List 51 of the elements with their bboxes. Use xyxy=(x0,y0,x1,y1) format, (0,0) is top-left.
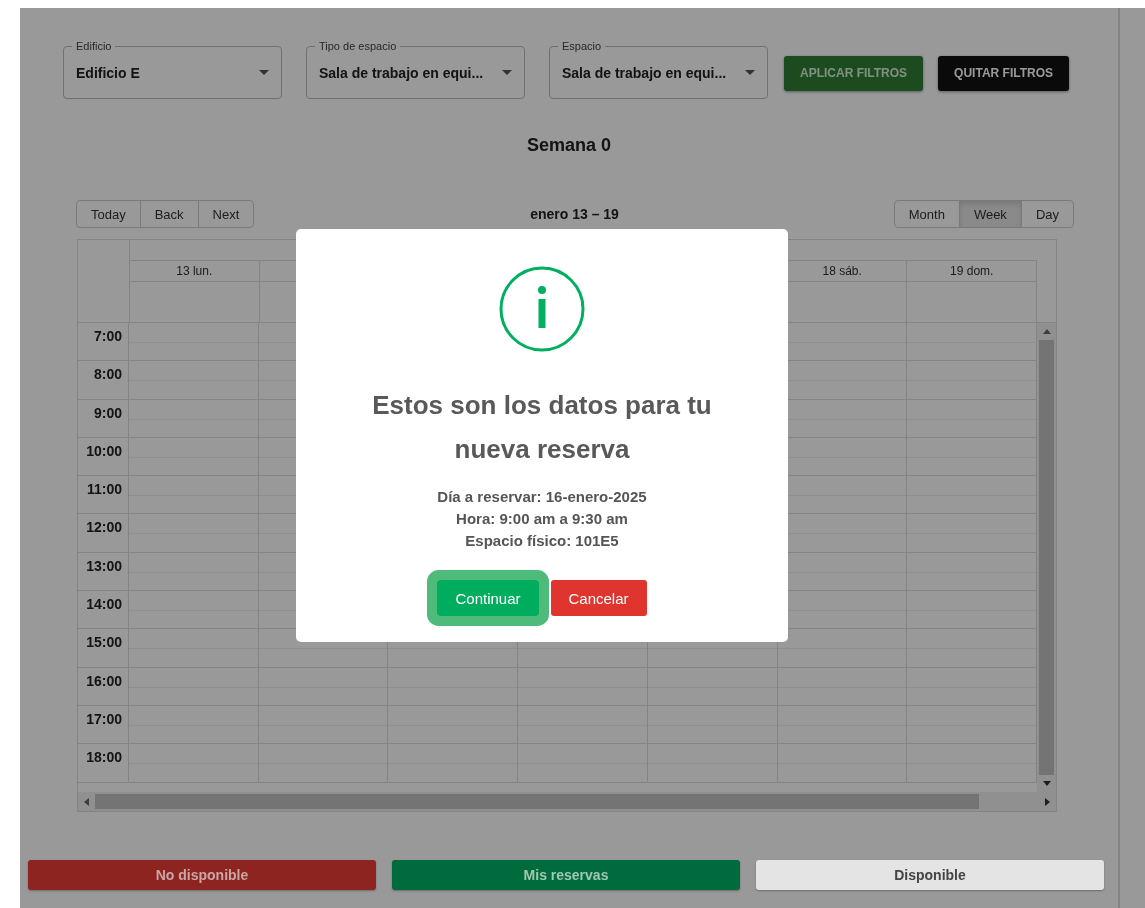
select-field[interactable]: Edificio Edificio E xyxy=(63,39,282,99)
horizontal-scrollbar[interactable] xyxy=(78,792,1056,811)
day-header: 19 dom. xyxy=(950,264,994,278)
time-label: 9:00 xyxy=(93,404,122,421)
dialog-title: Estos son los datos para tu nueva reserva xyxy=(371,389,713,466)
filter-button[interactable]: QUITAR FILTROS xyxy=(938,55,1069,91)
field-value: Edificio E xyxy=(76,64,141,81)
field-label: Tipo de espacio xyxy=(318,39,398,53)
caret-icon xyxy=(259,70,269,75)
select-field[interactable]: Tipo de espacio Sala de trabajo en equi... xyxy=(306,39,525,99)
field-label: Espacio xyxy=(561,39,603,53)
scroll-up-arrow-icon[interactable] xyxy=(1042,329,1051,334)
time-label: 16:00 xyxy=(86,672,122,689)
vertical-scrollbar[interactable] xyxy=(1037,323,1056,792)
date-range: enero 13 – 19 xyxy=(530,206,619,222)
time-label: 10:00 xyxy=(86,442,122,459)
time-label: 14:00 xyxy=(86,596,122,613)
time-label: 11:00 xyxy=(86,481,122,498)
detail-text: Hora: 9:00 am a 9:30 am xyxy=(455,509,629,529)
info-icon xyxy=(499,266,585,352)
day-header: 13 lun. xyxy=(176,264,213,278)
scroll-right-arrow-icon[interactable] xyxy=(1045,797,1050,806)
detail-text: Día a reservar: 16-enero-2025 xyxy=(437,487,647,507)
nav-button[interactable]: Today xyxy=(76,200,141,228)
time-label: 13:00 xyxy=(86,557,122,574)
time-label: 12:00 xyxy=(86,519,122,536)
dialog-button[interactable]: Cancelar xyxy=(550,580,647,616)
view-tab[interactable]: Day xyxy=(1020,200,1074,228)
time-label: 7:00 xyxy=(93,328,122,344)
field-value: Sala de trabajo en equi... xyxy=(319,64,485,81)
select-field[interactable]: Espacio Sala de trabajo en equi... xyxy=(549,39,768,99)
time-label: 17:00 xyxy=(86,710,122,727)
field-value: Sala de trabajo en equi... xyxy=(562,64,728,81)
time-label: 8:00 xyxy=(93,366,122,383)
nav-button[interactable]: Back xyxy=(139,200,199,228)
day-header: 18 sáb. xyxy=(822,264,862,278)
view-tab[interactable]: Week xyxy=(958,200,1022,228)
scroll-down-arrow-icon[interactable] xyxy=(1042,781,1051,786)
legend-item: Mis reservas xyxy=(392,860,740,890)
view-tab[interactable]: Month xyxy=(893,200,960,228)
time-label: 15:00 xyxy=(86,634,122,651)
week-title: Semana 0 xyxy=(525,135,613,156)
caret-icon xyxy=(502,70,512,75)
legend-item: No disponible xyxy=(28,860,376,890)
detail-text: Espacio físico: 101E5 xyxy=(464,531,620,551)
scroll-left-arrow-icon[interactable] xyxy=(84,797,89,806)
legend-item: Disponible xyxy=(756,860,1104,890)
caret-icon xyxy=(745,70,755,75)
field-label: Edificio xyxy=(75,39,113,53)
time-label: 18:00 xyxy=(86,749,122,766)
nav-button[interactable]: Next xyxy=(197,200,255,228)
